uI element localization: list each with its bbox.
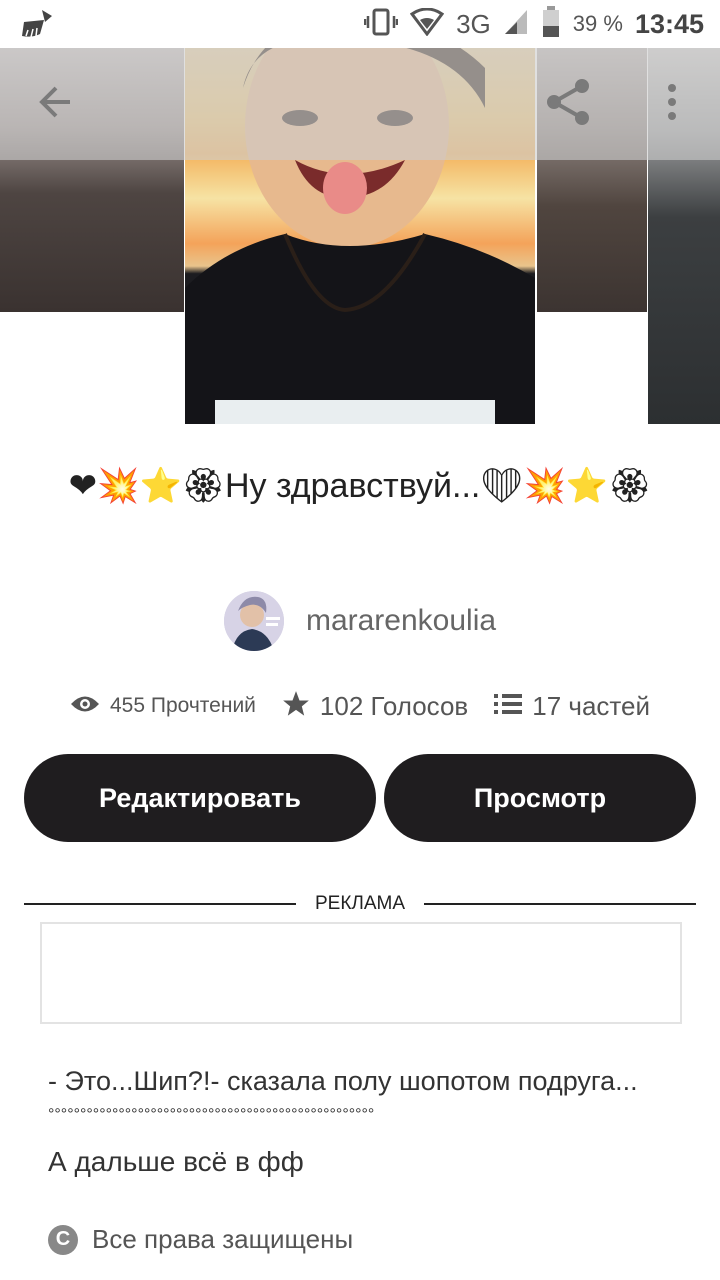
votes-count: 102 Голосов	[319, 690, 469, 721]
status-bar: 3G 39 % 13:45	[0, 0, 720, 48]
parts-stat[interactable]: 17 частей	[494, 691, 650, 722]
story-stats: 455 Прочтений 102 Голосов 17 частей	[0, 684, 720, 728]
edit-button[interactable]: Редактировать	[24, 754, 376, 842]
ad-banner[interactable]	[40, 922, 682, 1024]
copyright-text: Все права защищены	[92, 1224, 354, 1254]
reads-stat: 455 Прочтений	[70, 693, 256, 720]
preview-button[interactable]: Просмотр	[384, 754, 696, 842]
description-dots: °°°°°°°°°°°°°°°°°°°°°°°°°°°°°°°°°°°°°°°°…	[48, 1106, 375, 1123]
eye-icon	[70, 693, 100, 720]
description-line-2: А дальше всё в фф	[48, 1146, 304, 1177]
clock: 13:45	[634, 8, 704, 39]
share-icon	[544, 78, 592, 131]
battery-icon	[541, 5, 561, 43]
star-icon	[282, 690, 310, 723]
votes-stat: 102 Голосов	[282, 690, 468, 723]
author-row[interactable]: mararenkoulia	[0, 590, 720, 652]
vibrate-icon	[363, 8, 399, 41]
cover-carousel[interactable]	[0, 48, 720, 424]
wifi-icon	[409, 7, 445, 41]
more-button[interactable]	[644, 76, 700, 132]
cleaner-broom-icon	[18, 8, 54, 40]
network-type: 3G	[456, 8, 491, 39]
share-button[interactable]	[540, 76, 596, 132]
parts-count[interactable]: 17 частей	[532, 691, 650, 722]
copyright-row: C Все права защищены	[48, 1224, 353, 1255]
description-line-1: - Это...Шип?!- сказала полу шопотом подр…	[48, 1066, 638, 1096]
story-title: ❤💥⭐🏵Ну здравствуй...❤💥⭐🏵	[68, 467, 652, 505]
reads-count: 455 Прочтений	[109, 694, 256, 717]
battery-percent: 39 %	[572, 11, 623, 36]
avatar[interactable]	[223, 591, 284, 651]
signal-icon	[503, 8, 529, 41]
back-button[interactable]	[28, 76, 84, 132]
author-name[interactable]: mararenkoulia	[306, 604, 496, 638]
more-vertical-icon	[664, 82, 680, 127]
copyright-icon: C	[48, 1224, 78, 1255]
list-icon	[494, 693, 523, 720]
ad-divider-left	[24, 903, 296, 905]
toolbar	[0, 48, 720, 160]
arrow-left-icon	[36, 82, 76, 127]
ad-divider-right	[424, 903, 696, 905]
ad-label: РЕКЛАМА	[314, 893, 406, 914]
